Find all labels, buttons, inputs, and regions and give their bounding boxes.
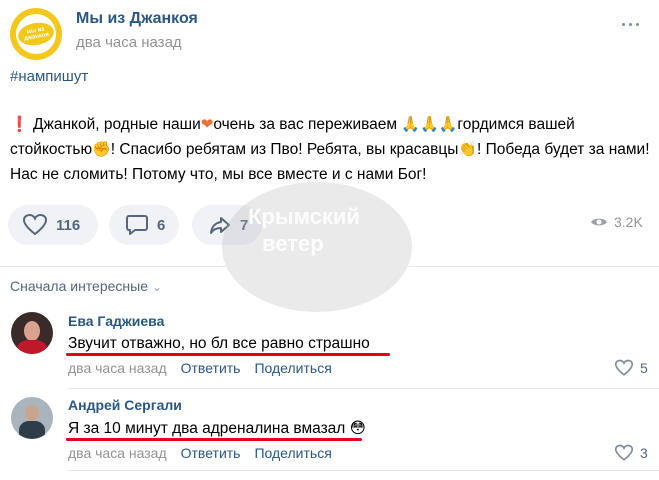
comment-author-link[interactable]: Ева Гаджиева (68, 313, 164, 329)
comment-text-body: Я за 10 минут два адреналина вмазал (68, 420, 346, 437)
group-name-link[interactable]: Мы из Джанкоя (76, 10, 198, 28)
sort-label: Сначала интересные (10, 278, 148, 294)
hashtag-link[interactable]: #нампишут (10, 68, 88, 85)
comment-likes-count: 3 (640, 445, 648, 461)
comment-like-button[interactable]: 5 (614, 359, 648, 377)
exclamation-emoji: ❗ (10, 116, 29, 133)
like-button[interactable]: 116 (8, 205, 98, 245)
heart-icon (22, 213, 48, 236)
avatar[interactable] (11, 397, 53, 439)
pray-emoji: 🙏🙏🙏 (401, 116, 458, 133)
comments-count: 6 (157, 216, 166, 234)
comment-likes-count: 5 (640, 360, 648, 376)
reply-link[interactable]: Ответить (181, 360, 241, 376)
share-link[interactable]: Поделиться (254, 445, 331, 461)
comment-icon (126, 215, 148, 235)
heart-icon (614, 444, 634, 461)
chevron-down-icon: ⌄ (152, 280, 163, 294)
divider (0, 266, 659, 267)
clap-emoji: 👏 (458, 141, 478, 158)
eye-icon (591, 218, 607, 226)
comment-text: Я за 10 минут два адреналина вмазал 😳 (68, 419, 366, 438)
divider (68, 470, 659, 471)
comment-text: Звучит отважно, но бл все равно страшно (68, 335, 370, 352)
watermark-text: Крымский (248, 204, 360, 229)
comment-meta: два часа назад Ответить Поделиться (68, 360, 332, 376)
more-options-icon[interactable] (622, 23, 644, 33)
heart-icon (614, 359, 634, 376)
comment-time[interactable]: два часа назад (68, 360, 167, 376)
views-count: 3.2K (614, 214, 643, 230)
post-text: ❗ Джанкой, родные наши❤очень за вас пере… (10, 112, 650, 187)
share-link[interactable]: Поделиться (254, 360, 331, 376)
reply-link[interactable]: Ответить (181, 445, 241, 461)
group-avatar[interactable]: мы из джанкоя (10, 8, 62, 60)
flushed-emoji: 😳 (349, 420, 366, 437)
heart-emoji: ❤ (200, 116, 214, 133)
views-counter: 3.2K (590, 214, 643, 230)
post-text-part: очень за вас переживаем (213, 116, 402, 133)
watermark-text: ветер (262, 231, 324, 256)
comment-like-button[interactable]: 3 (614, 444, 648, 462)
red-underline (66, 353, 390, 356)
red-underline (66, 438, 362, 441)
comment-button[interactable]: 6 (109, 205, 179, 245)
comment-author-link[interactable]: Андрей Сергали (68, 397, 182, 413)
post-text-part: ! Спасибо ребятам из Пво! Ребята, вы кра… (110, 141, 459, 158)
fist-emoji: ✊ (92, 141, 111, 158)
post-time[interactable]: два часа назад (76, 34, 182, 51)
avatar[interactable] (11, 312, 53, 354)
comments-sort-dropdown[interactable]: Сначала интересные ⌄ (10, 278, 162, 294)
comment-time[interactable]: два часа назад (68, 445, 167, 461)
post-text-part: Джанкой, родные наши (33, 116, 201, 133)
divider (68, 388, 659, 389)
group-logo: мы из джанкоя (16, 20, 56, 48)
comment-meta: два часа назад Ответить Поделиться (68, 445, 332, 461)
likes-count: 116 (56, 216, 81, 234)
